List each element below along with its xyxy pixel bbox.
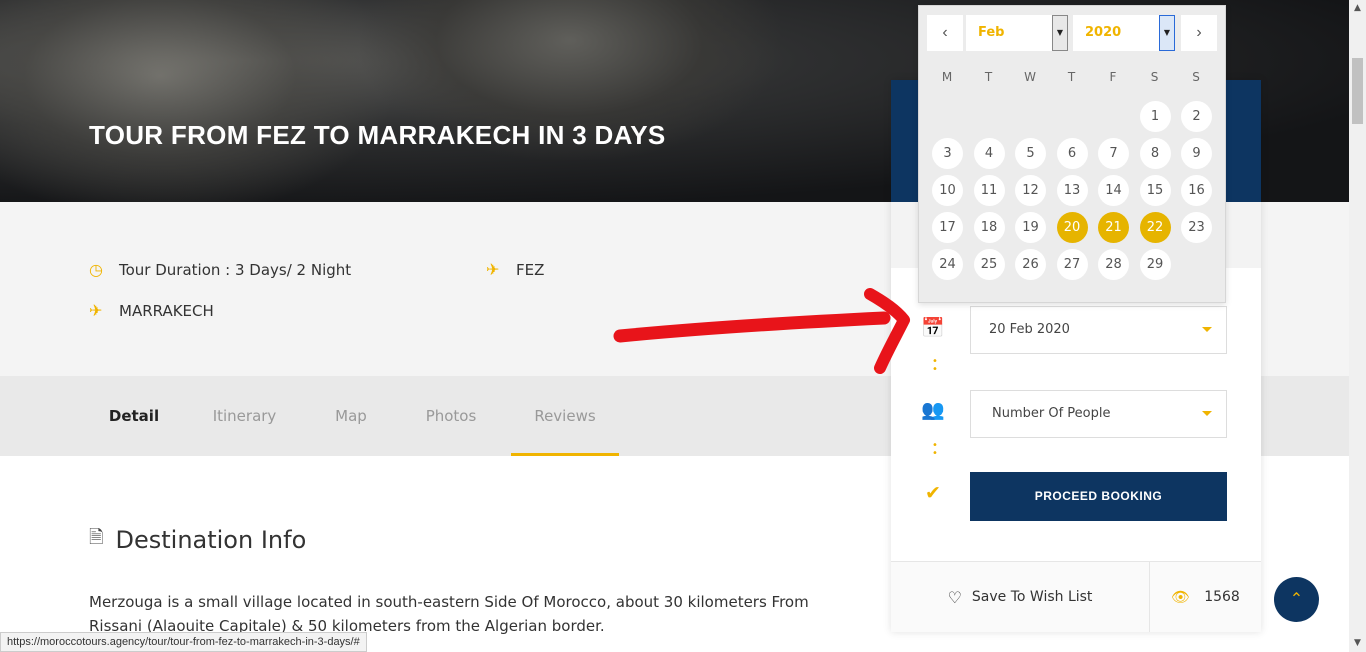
- calendar-day[interactable]: 28: [1098, 249, 1129, 280]
- departure-city: ✈ FEZ: [486, 260, 544, 279]
- people-select[interactable]: Number Of People: [970, 390, 1227, 438]
- calendar-day[interactable]: 18: [973, 212, 1005, 243]
- weekday-label: F: [1109, 70, 1117, 84]
- destination-description: Merzouga is a small village located in s…: [89, 593, 809, 635]
- plane-departure-icon: ✈: [486, 260, 500, 279]
- save-to-wishlist-button[interactable]: ♡ Save To Wish List: [891, 562, 1150, 632]
- scroll-up-arrow[interactable]: ▲: [1349, 0, 1366, 17]
- clock-icon: ◷: [89, 260, 103, 279]
- calendar-icon: 📅: [921, 317, 945, 339]
- year-value: 2020: [1085, 25, 1122, 40]
- arrival-city: ✈ MARRAKECH: [89, 301, 214, 320]
- chevron-down-icon[interactable]: ▼: [1159, 15, 1175, 51]
- departure-city-text: FEZ: [516, 260, 545, 279]
- chevron-down-icon: [1202, 327, 1212, 332]
- weekday-label: M: [941, 70, 953, 84]
- view-count-value: 1568: [1204, 589, 1240, 605]
- booking-footer: ♡ Save To Wish List 👁 1568: [891, 561, 1261, 632]
- people-icon: 👥: [921, 399, 945, 421]
- arrival-city-text: MARRAKECH: [119, 301, 214, 320]
- eye-icon: 👁: [1171, 588, 1191, 606]
- calendar-day[interactable]: 11: [973, 175, 1005, 206]
- year-select[interactable]: 2020 ▼: [1073, 15, 1175, 51]
- calendar-day[interactable]: 9: [1181, 138, 1212, 169]
- tour-duration-text: Tour Duration : 3 Days/ 2 Night: [119, 260, 352, 279]
- calendar-day[interactable]: 17: [932, 212, 963, 243]
- weekday-label: T: [984, 70, 993, 84]
- browser-status-url: https://moroccotours.agency/tour/tour-fr…: [0, 632, 367, 652]
- calendar-day[interactable]: 3: [932, 138, 963, 169]
- calendar-day[interactable]: 1: [1139, 101, 1171, 132]
- hero-image-rock: [0, 0, 400, 202]
- destination-heading: 🗎 Destination Info: [89, 525, 306, 555]
- calendar-day[interactable]: 15: [1139, 175, 1171, 206]
- calendar-day[interactable]: 7: [1098, 138, 1129, 169]
- calendar-day[interactable]: 29: [1139, 249, 1171, 280]
- tab-reviews[interactable]: Reviews: [511, 376, 619, 456]
- page-scrollbar[interactable]: ▲ ▼: [1349, 0, 1366, 652]
- calendar-day[interactable]: 8: [1139, 138, 1171, 169]
- calendar-day[interactable]: 22: [1139, 212, 1171, 243]
- weekday-label: W: [1024, 70, 1036, 84]
- tab-itinerary[interactable]: Itinerary: [196, 376, 293, 456]
- calendar-day[interactable]: 26: [1015, 249, 1046, 280]
- next-month-button[interactable]: ›: [1181, 15, 1217, 51]
- datepicker-popup: ‹ Feb ▼ 2020 ▼ › M T W T F S S 1 2 3 4 5 6 7 8 9 10 11 12 1…: [918, 5, 1226, 303]
- heart-icon: ♡: [947, 587, 962, 607]
- chevron-down-icon[interactable]: ▼: [1052, 15, 1068, 51]
- annotation-arrow: [613, 288, 910, 374]
- month-select[interactable]: Feb ▼: [966, 15, 1068, 51]
- calendar-day[interactable]: 23: [1181, 212, 1212, 243]
- weekday-label: S: [1150, 70, 1159, 84]
- tour-duration: ◷ Tour Duration : 3 Days/ 2 Night: [89, 260, 351, 279]
- tab-photos[interactable]: Photos: [410, 376, 492, 456]
- scroll-thumb[interactable]: [1352, 58, 1363, 124]
- calendar-day[interactable]: 10: [932, 175, 963, 206]
- calendar-day[interactable]: 25: [973, 249, 1005, 280]
- calendar-day[interactable]: 6: [1056, 138, 1088, 169]
- check-circle-icon: ✔: [925, 482, 941, 504]
- wishlist-label: Save To Wish List: [971, 589, 1093, 605]
- month-value: Feb: [978, 25, 1005, 40]
- document-icon: 🗎: [89, 527, 104, 548]
- tour-title: TOUR FROM FEZ TO MARRAKECH IN 3 DAYS: [89, 120, 666, 150]
- date-value: 20 Feb 2020: [989, 322, 1070, 337]
- chevron-down-icon: [1202, 411, 1212, 416]
- calendar-day[interactable]: 13: [1056, 175, 1088, 206]
- people-placeholder: Number Of People: [992, 406, 1111, 421]
- separator-dots: • •: [932, 440, 938, 459]
- calendar-day[interactable]: 24: [932, 249, 963, 280]
- destination-title: Destination Info: [115, 526, 307, 554]
- calendar-day[interactable]: 14: [1098, 175, 1129, 206]
- tab-detail[interactable]: Detail: [89, 376, 179, 456]
- weekday-label: S: [1192, 70, 1200, 84]
- calendar-day[interactable]: 2: [1181, 101, 1212, 132]
- weekday-label: T: [1067, 70, 1076, 84]
- calendar-day[interactable]: 5: [1015, 138, 1046, 169]
- tab-map[interactable]: Map: [316, 376, 386, 456]
- calendar-day[interactable]: 12: [1015, 175, 1046, 206]
- date-select[interactable]: 20 Feb 2020: [970, 306, 1227, 354]
- calendar-day[interactable]: 16: [1181, 175, 1212, 206]
- plane-arrival-icon: ✈: [89, 301, 103, 320]
- view-count: 👁 1568: [1150, 562, 1261, 632]
- prev-month-button[interactable]: ‹: [927, 15, 963, 51]
- calendar-day[interactable]: 21: [1098, 212, 1129, 243]
- scroll-down-arrow[interactable]: ▼: [1349, 635, 1366, 652]
- calendar-day[interactable]: 4: [973, 138, 1005, 169]
- calendar-day[interactable]: 20: [1056, 212, 1088, 243]
- calendar-day[interactable]: 27: [1056, 249, 1088, 280]
- back-to-top-button[interactable]: ⌃: [1274, 577, 1319, 622]
- proceed-booking-button[interactable]: PROCEED BOOKING: [970, 472, 1227, 521]
- calendar-day[interactable]: 19: [1015, 212, 1046, 243]
- separator-dots: • •: [932, 356, 938, 375]
